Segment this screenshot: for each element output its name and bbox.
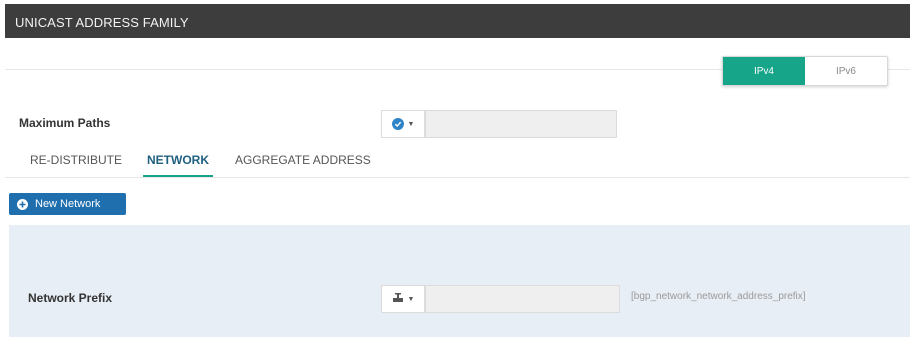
network-prefix-label: Network Prefix bbox=[28, 291, 113, 305]
network-prefix-mode-dropdown[interactable]: ▼ bbox=[381, 285, 425, 313]
tab-network[interactable]: NETWORK bbox=[147, 153, 209, 167]
address-family-toggle[interactable]: IPv4 IPv6 bbox=[722, 56, 888, 86]
chevron-down-icon: ▼ bbox=[407, 120, 415, 128]
ipv6-option[interactable]: IPv6 bbox=[805, 57, 887, 85]
network-prefix-hint: [bgp_network_network_address_prefix] bbox=[631, 291, 806, 302]
section-header: UNICAST ADDRESS FAMILY bbox=[5, 4, 910, 38]
section-title: UNICAST ADDRESS FAMILY bbox=[15, 15, 189, 30]
divider bbox=[5, 177, 910, 178]
check-circle-icon bbox=[391, 118, 404, 130]
plus-circle-icon bbox=[17, 198, 28, 210]
maximum-paths-input[interactable] bbox=[425, 110, 617, 138]
tab-re-distribute[interactable]: RE-DISTRIBUTE bbox=[30, 153, 122, 167]
chevron-down-icon: ▼ bbox=[407, 295, 415, 303]
new-network-label: New Network bbox=[35, 198, 101, 210]
tab-aggregate-address[interactable]: AGGREGATE ADDRESS bbox=[235, 153, 371, 167]
maximum-paths-label: Maximum Paths bbox=[19, 116, 111, 130]
network-prefix-input[interactable] bbox=[425, 285, 620, 313]
ipv4-option[interactable]: IPv4 bbox=[723, 57, 805, 85]
network-entry-panel bbox=[9, 225, 910, 337]
new-network-button[interactable]: New Network bbox=[9, 193, 126, 215]
network-icon bbox=[392, 290, 404, 308]
maximum-paths-mode-dropdown[interactable]: ▼ bbox=[381, 110, 425, 138]
